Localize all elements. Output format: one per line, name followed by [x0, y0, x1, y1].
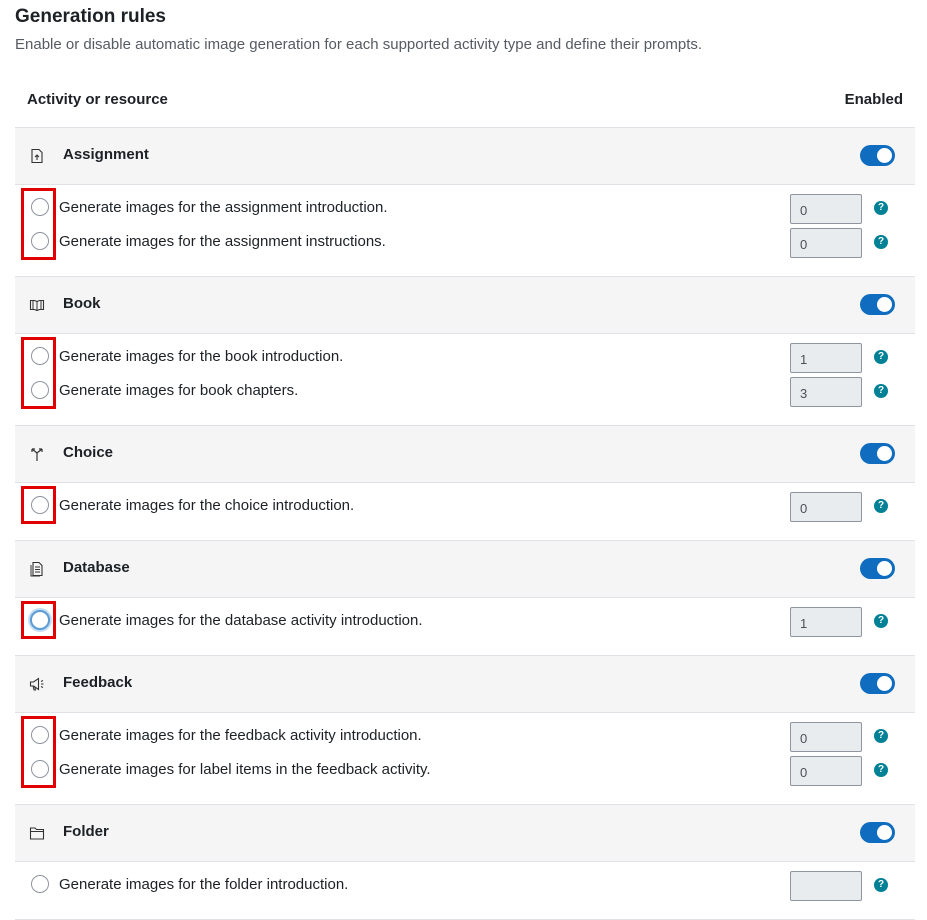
rule-checkbox[interactable] — [31, 198, 49, 216]
rule-checkbox[interactable] — [31, 347, 49, 365]
image-count-input[interactable]: 1 — [790, 607, 862, 637]
page-description: Enable or disable automatic image genera… — [15, 36, 703, 53]
generation-rules-table: Activity or resource Enabled Assignment … — [15, 72, 915, 920]
image-count-input[interactable]: 3 — [790, 377, 862, 407]
folder-icon — [29, 827, 45, 840]
rule-checkbox[interactable] — [31, 496, 49, 514]
group-book: Book — [15, 277, 915, 334]
table-header: Activity or resource Enabled — [15, 72, 915, 128]
assignment-enabled-toggle[interactable] — [860, 145, 895, 166]
rule-label: Generate images for label items in the f… — [59, 761, 431, 778]
rule-row: Generate images for book chapters. 3 ? — [15, 376, 915, 410]
group-name: Feedback — [63, 674, 133, 691]
group-folder: Folder — [15, 805, 915, 862]
rule-checkbox[interactable] — [31, 726, 49, 744]
database-enabled-toggle[interactable] — [860, 558, 895, 579]
rule-checkbox[interactable] — [31, 875, 49, 893]
rule-label: Generate images for the assignment intro… — [59, 199, 388, 216]
group-name: Assignment — [63, 146, 149, 163]
help-icon[interactable]: ? — [874, 878, 888, 892]
group-database: Database — [15, 541, 915, 598]
rule-row: Generate images for the database activit… — [15, 606, 915, 640]
group-name: Choice — [63, 444, 114, 461]
image-count-input[interactable]: 1 — [790, 343, 862, 373]
book-enabled-toggle[interactable] — [860, 294, 895, 315]
help-icon[interactable]: ? — [874, 384, 888, 398]
image-count-input[interactable]: 0 — [790, 722, 862, 752]
rule-row: Generate images for the choice introduct… — [15, 491, 915, 525]
book-icon — [29, 299, 45, 312]
page-title: Generation rules — [15, 6, 166, 27]
help-icon[interactable]: ? — [874, 499, 888, 513]
rule-label: Generate images for the assignment instr… — [59, 233, 386, 250]
group-book-rules: Generate images for the book introductio… — [15, 334, 915, 426]
image-count-input[interactable]: 0 — [790, 228, 862, 258]
feedback-icon — [29, 677, 44, 691]
rule-label: Generate images for the folder introduct… — [59, 876, 349, 893]
rule-label: Generate images for the feedback activit… — [59, 727, 422, 744]
group-name: Folder — [63, 823, 109, 840]
help-icon[interactable]: ? — [874, 614, 888, 628]
help-icon[interactable]: ? — [874, 235, 888, 249]
choice-icon — [31, 448, 43, 461]
folder-enabled-toggle[interactable] — [860, 822, 895, 843]
rule-row: Generate images for the feedback activit… — [15, 721, 915, 755]
column-enabled-header: Enabled — [844, 91, 903, 108]
group-feedback: Feedback — [15, 656, 915, 713]
rule-checkbox[interactable] — [30, 610, 50, 630]
rule-row: Generate images for the folder introduct… — [15, 870, 915, 904]
feedback-enabled-toggle[interactable] — [860, 673, 895, 694]
group-assignment-rules: Generate images for the assignment intro… — [15, 185, 915, 277]
database-icon — [30, 561, 43, 577]
rule-label: Generate images for the choice introduct… — [59, 497, 355, 514]
group-name: Database — [63, 559, 130, 576]
help-icon[interactable]: ? — [874, 729, 888, 743]
image-count-input[interactable] — [790, 871, 862, 901]
group-folder-rules: Generate images for the folder introduct… — [15, 862, 915, 920]
rule-label: Generate images for the book introductio… — [59, 348, 344, 365]
rule-row: Generate images for label items in the f… — [15, 755, 915, 789]
column-activity-header: Activity or resource — [27, 91, 168, 108]
help-icon[interactable]: ? — [874, 763, 888, 777]
help-icon[interactable]: ? — [874, 350, 888, 364]
group-choice-rules: Generate images for the choice introduct… — [15, 483, 915, 541]
rule-label: Generate images for book chapters. — [59, 382, 299, 399]
rule-checkbox[interactable] — [31, 760, 49, 778]
rule-label: Generate images for the database activit… — [59, 612, 423, 629]
group-choice: Choice — [15, 426, 915, 483]
image-count-input[interactable]: 0 — [790, 194, 862, 224]
rule-row: Generate images for the book introductio… — [15, 342, 915, 376]
rule-checkbox[interactable] — [31, 381, 49, 399]
group-database-rules: Generate images for the database activit… — [15, 598, 915, 656]
image-count-input[interactable]: 0 — [790, 756, 862, 786]
image-count-input[interactable]: 0 — [790, 492, 862, 522]
help-icon[interactable]: ? — [874, 201, 888, 215]
group-feedback-rules: Generate images for the feedback activit… — [15, 713, 915, 805]
choice-enabled-toggle[interactable] — [860, 443, 895, 464]
rule-row: Generate images for the assignment intro… — [15, 193, 915, 227]
group-name: Book — [63, 295, 101, 312]
rule-checkbox[interactable] — [31, 232, 49, 250]
group-assignment: Assignment — [15, 128, 915, 185]
rule-row: Generate images for the assignment instr… — [15, 227, 915, 261]
assignment-icon — [31, 148, 43, 164]
